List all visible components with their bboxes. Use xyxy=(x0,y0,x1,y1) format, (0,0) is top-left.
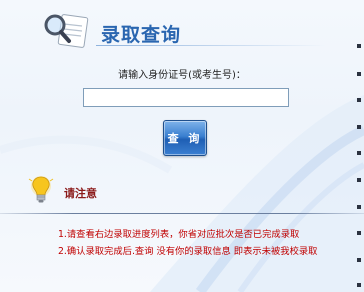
edge-dot xyxy=(357,231,361,235)
edge-dot xyxy=(357,178,361,182)
id-number-input[interactable] xyxy=(83,88,289,107)
edge-dot xyxy=(357,283,361,287)
edge-dot xyxy=(357,98,361,102)
id-input-label: 请输入身份证号(或考生号)： xyxy=(118,70,246,81)
page-title: 录取查询 xyxy=(101,24,182,46)
lightbulb-icon xyxy=(28,174,54,208)
notice-item: 1.请查看右边录取进度列表，你省对应批次是否已完成录取 xyxy=(58,229,300,240)
notice-item: 2.确认录取完成后.查询 没有你的录取信息 即表示未被我校录取 xyxy=(58,246,318,257)
edge-dot xyxy=(357,205,361,209)
edge-dot xyxy=(357,151,361,155)
notice-title: 请注意 xyxy=(64,187,97,200)
notice-divider xyxy=(0,213,364,214)
title-underline xyxy=(96,45,326,46)
edge-dot xyxy=(357,125,361,129)
query-button[interactable]: 查 询 xyxy=(163,120,207,156)
edge-dot xyxy=(357,44,361,48)
edge-dot xyxy=(357,72,361,76)
magnifier-document-icon xyxy=(40,10,94,50)
edge-dot xyxy=(357,258,361,262)
